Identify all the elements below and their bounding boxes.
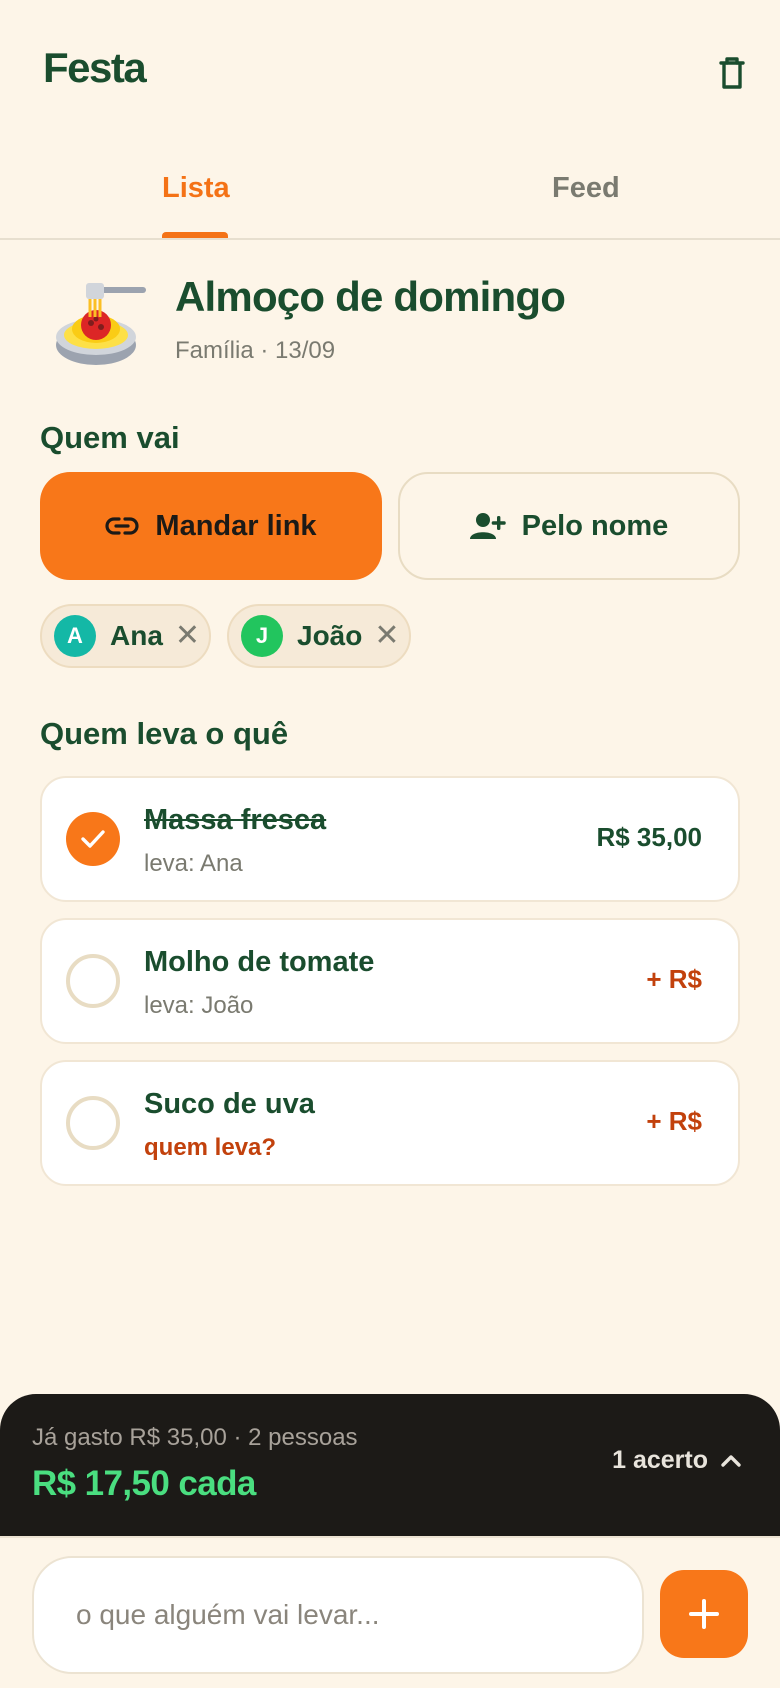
checkbox-checked[interactable] — [66, 812, 120, 866]
app-title: Festa — [43, 44, 147, 91]
new-item-input[interactable] — [32, 1556, 644, 1674]
item-name: Massa fresca — [144, 804, 327, 836]
remove-guest-icon[interactable]: ✕ — [374, 621, 399, 651]
list-item[interactable]: Suco de uva quem leva? + R$ — [40, 1060, 740, 1186]
guest-name: Ana — [110, 620, 163, 651]
by-name-label: Pelo nome — [521, 509, 669, 542]
add-price-button[interactable]: + R$ — [646, 1106, 702, 1137]
remove-guest-icon[interactable]: ✕ — [175, 621, 200, 651]
event-meta: Família · 13/09 — [175, 337, 336, 364]
item-name: Suco de uva — [144, 1088, 315, 1120]
per-person-amount: R$ 17,50 cada — [32, 1464, 256, 1503]
guest-name: João — [297, 620, 363, 651]
tab-feed[interactable]: Feed — [552, 172, 620, 205]
plus-icon — [689, 1599, 719, 1629]
link-icon — [105, 515, 140, 537]
checkbox-unchecked[interactable] — [66, 1096, 120, 1150]
tab-bar: Lista Feed — [0, 150, 780, 240]
spaghetti-icon — [50, 279, 150, 379]
add-item-button[interactable] — [660, 1570, 748, 1658]
avatar: A — [54, 615, 96, 657]
item-bringer: leva: João — [144, 992, 254, 1019]
add-price-button[interactable]: + R$ — [646, 964, 702, 995]
settlements-toggle[interactable]: 1 acerto — [612, 1446, 742, 1475]
app-header: Festa — [0, 0, 780, 150]
chevron-up-icon — [721, 1454, 741, 1467]
list-item[interactable]: Molho de tomate leva: João + R$ — [40, 918, 740, 1044]
item-name: Molho de tomate — [144, 946, 375, 978]
list-item[interactable]: Massa fresca leva: Ana R$ 35,00 — [40, 776, 740, 902]
add-by-name-button[interactable]: Pelo nome — [398, 472, 740, 580]
composer-bar — [0, 1536, 780, 1688]
send-link-button[interactable]: Mandar link — [40, 472, 382, 580]
who-brings-link[interactable]: quem leva? — [144, 1134, 276, 1162]
spent-total: Já gasto R$ 35,00 · 2 pessoas — [32, 1424, 358, 1451]
item-price[interactable]: R$ 35,00 — [596, 822, 702, 853]
cost-summary-bar[interactable]: Já gasto R$ 35,00 · 2 pessoas R$ 17,50 c… — [0, 1394, 780, 1536]
add-person-icon — [469, 512, 506, 540]
send-link-label: Mandar link — [155, 509, 317, 542]
item-bringer: leva: Ana — [144, 850, 243, 877]
active-tab-indicator — [162, 232, 228, 238]
checkbox-unchecked[interactable] — [66, 954, 120, 1008]
tab-lista[interactable]: Lista — [162, 172, 230, 205]
settlements-label: 1 acerto — [612, 1446, 708, 1474]
event-header: Almoço de domingo Família · 13/09 — [40, 265, 740, 385]
guest-chip: J João ✕ — [227, 604, 411, 668]
trash-icon[interactable] — [712, 50, 752, 96]
event-title: Almoço de domingo — [175, 273, 566, 320]
guests-section-title: Quem vai — [40, 420, 180, 455]
avatar: J — [241, 615, 283, 657]
guest-chip: A Ana ✕ — [40, 604, 211, 668]
items-section-title: Quem leva o quê — [40, 716, 289, 751]
